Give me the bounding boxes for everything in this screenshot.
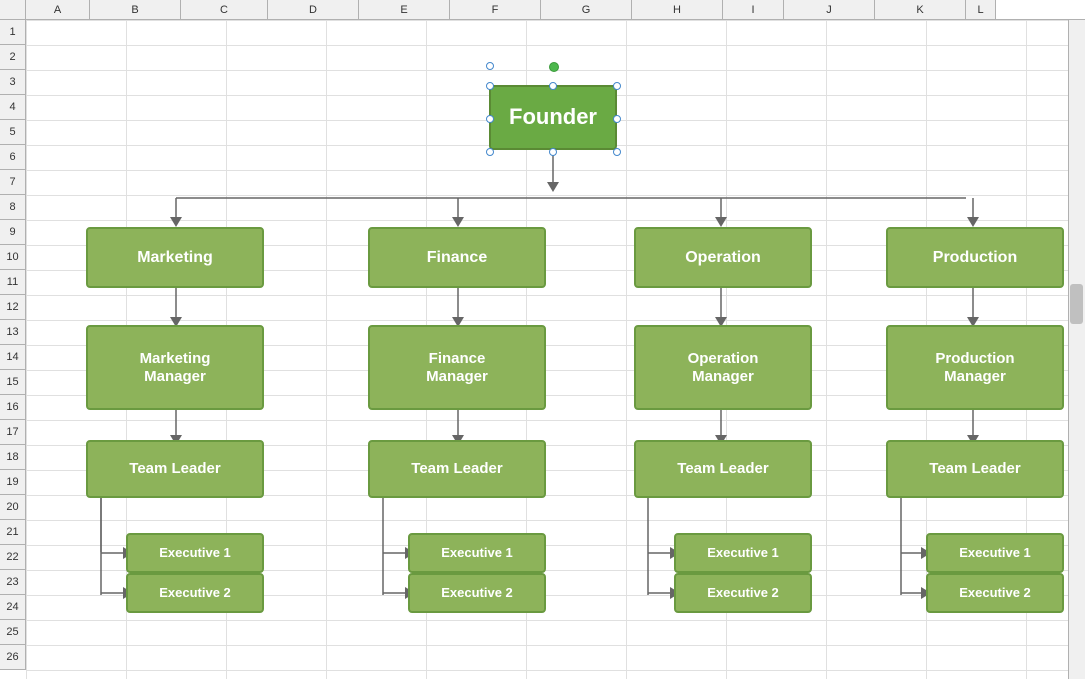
finance-exec1-box[interactable]: Executive 1 xyxy=(408,533,546,573)
marketing-exec2-label: Executive 2 xyxy=(159,585,231,601)
selection-handle-bc xyxy=(549,148,557,156)
spreadsheet-body: 1 2 3 4 5 6 7 8 9 10 11 12 13 14 15 16 1… xyxy=(0,20,1085,679)
col-header-j[interactable]: J xyxy=(784,0,875,20)
marketing-exec1-box[interactable]: Executive 1 xyxy=(126,533,264,573)
finance-team-leader-box[interactable]: Team Leader xyxy=(368,440,546,498)
production-team-leader-label: Team Leader xyxy=(929,460,1020,478)
production-manager-label: Production Manager xyxy=(935,350,1014,386)
col-header-k[interactable]: K xyxy=(875,0,966,20)
founder-label: Founder xyxy=(509,104,597,130)
col-header-b[interactable]: B xyxy=(90,0,181,20)
row-3: 3 xyxy=(0,70,26,95)
production-team-leader-box[interactable]: Team Leader xyxy=(886,440,1064,498)
finance-exec1-label: Executive 1 xyxy=(441,545,513,561)
operation-manager-label: Operation Manager xyxy=(688,350,759,386)
row-6: 6 xyxy=(0,145,26,170)
production-dept-label: Production xyxy=(933,248,1017,267)
marketing-exec1-label: Executive 1 xyxy=(159,545,231,561)
row-12: 12 xyxy=(0,295,26,320)
row-17: 17 xyxy=(0,420,26,445)
finance-dept-label: Finance xyxy=(427,248,487,267)
row-13: 13 xyxy=(0,320,26,345)
selection-handle-tr xyxy=(613,82,621,90)
row-10: 10 xyxy=(0,245,26,270)
row-25: 25 xyxy=(0,620,26,645)
row-14: 14 xyxy=(0,345,26,370)
spreadsheet: A B C D E F G H I J K L 1 2 3 4 5 6 7 8 … xyxy=(0,0,1085,679)
selection-handle-ml xyxy=(486,115,494,123)
corner-cell xyxy=(0,0,26,20)
production-exec2-label: Executive 2 xyxy=(959,585,1031,601)
marketing-team-leader-label: Team Leader xyxy=(129,460,220,478)
production-exec1-label: Executive 1 xyxy=(959,545,1031,561)
operation-dept-label: Operation xyxy=(685,248,761,267)
row-23: 23 xyxy=(0,570,26,595)
col-header-l[interactable]: L xyxy=(966,0,996,20)
row-24: 24 xyxy=(0,595,26,620)
col-header-f[interactable]: F xyxy=(450,0,541,20)
finance-exec2-label: Executive 2 xyxy=(441,585,513,601)
operation-exec1-label: Executive 1 xyxy=(707,545,779,561)
production-exec2-box[interactable]: Executive 2 xyxy=(926,573,1064,613)
col-header-e[interactable]: E xyxy=(359,0,450,20)
operation-team-leader-label: Team Leader xyxy=(677,460,768,478)
selection-handle-top xyxy=(486,62,494,70)
finance-dept-box[interactable]: Finance xyxy=(368,227,546,288)
selection-handle-tl xyxy=(486,82,494,90)
col-header-g[interactable]: G xyxy=(541,0,632,20)
col-header-a[interactable]: A xyxy=(26,0,90,20)
row-headers: 1 2 3 4 5 6 7 8 9 10 11 12 13 14 15 16 1… xyxy=(0,20,26,679)
production-manager-box[interactable]: Production Manager xyxy=(886,325,1064,410)
finance-team-leader-label: Team Leader xyxy=(411,460,502,478)
row-8: 8 xyxy=(0,195,26,220)
marketing-team-leader-box[interactable]: Team Leader xyxy=(86,440,264,498)
scrollbar-thumb[interactable] xyxy=(1070,284,1083,324)
row-7: 7 xyxy=(0,170,26,195)
col-header-h[interactable]: H xyxy=(632,0,723,20)
production-dept-box[interactable]: Production xyxy=(886,227,1064,288)
operation-dept-box[interactable]: Operation xyxy=(634,227,812,288)
marketing-exec2-box[interactable]: Executive 2 xyxy=(126,573,264,613)
col-header-c[interactable]: C xyxy=(181,0,268,20)
selection-handle-br xyxy=(613,148,621,156)
selection-handle-bl xyxy=(486,148,494,156)
row-26: 26 xyxy=(0,645,26,670)
finance-manager-label: Finance Manager xyxy=(426,350,488,386)
row-2: 2 xyxy=(0,45,26,70)
marketing-manager-box[interactable]: Marketing Manager xyxy=(86,325,264,410)
production-exec1-box[interactable]: Executive 1 xyxy=(926,533,1064,573)
row-1: 1 xyxy=(0,20,26,45)
row-20: 20 xyxy=(0,495,26,520)
selection-handle-mr xyxy=(613,115,621,123)
row-22: 22 xyxy=(0,545,26,570)
row-19: 19 xyxy=(0,470,26,495)
grid-area[interactable]: Founder Marketing Finance xyxy=(26,20,1085,679)
row-16: 16 xyxy=(0,395,26,420)
marketing-dept-label: Marketing xyxy=(137,248,213,267)
finance-exec2-box[interactable]: Executive 2 xyxy=(408,573,546,613)
operation-exec2-box[interactable]: Executive 2 xyxy=(674,573,812,613)
marketing-manager-label: Marketing Manager xyxy=(140,350,211,386)
row-18: 18 xyxy=(0,445,26,470)
selection-handle-tc xyxy=(549,82,557,90)
column-headers: A B C D E F G H I J K L xyxy=(0,0,1085,20)
row-4: 4 xyxy=(0,95,26,120)
operation-exec1-box[interactable]: Executive 1 xyxy=(674,533,812,573)
row-9: 9 xyxy=(0,220,26,245)
finance-manager-box[interactable]: Finance Manager xyxy=(368,325,546,410)
operation-exec2-label: Executive 2 xyxy=(707,585,779,601)
col-header-i[interactable]: I xyxy=(723,0,784,20)
row-5: 5 xyxy=(0,120,26,145)
rotate-handle[interactable] xyxy=(549,62,559,72)
operation-manager-box[interactable]: Operation Manager xyxy=(634,325,812,410)
operation-team-leader-box[interactable]: Team Leader xyxy=(634,440,812,498)
founder-box[interactable]: Founder xyxy=(489,85,617,150)
row-15: 15 xyxy=(0,370,26,395)
row-21: 21 xyxy=(0,520,26,545)
col-header-d[interactable]: D xyxy=(268,0,359,20)
row-11: 11 xyxy=(0,270,26,295)
vertical-scrollbar[interactable] xyxy=(1068,20,1085,679)
marketing-dept-box[interactable]: Marketing xyxy=(86,227,264,288)
